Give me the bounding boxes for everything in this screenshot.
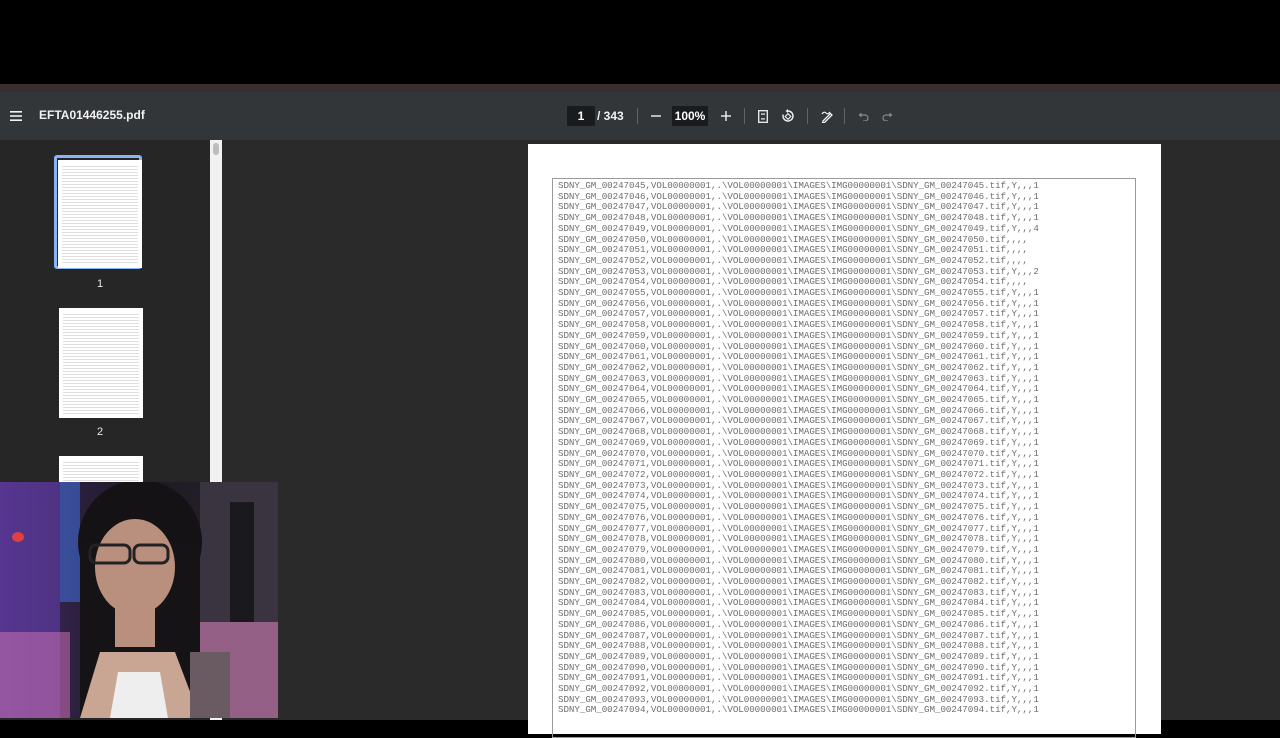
annotate-button[interactable] — [817, 106, 837, 126]
sidebar-scrollbar-thumb[interactable] — [213, 143, 219, 155]
page-thumbnail-2[interactable] — [59, 308, 143, 418]
thumbnail-page-number: 2 — [96, 426, 104, 438]
zoom-level-input[interactable] — [672, 106, 708, 126]
thumbnail-page-number: 1 — [96, 278, 104, 290]
fit-to-page-button[interactable] — [753, 106, 773, 126]
browser-tab-strip — [0, 84, 1280, 92]
toolbar-divider — [844, 108, 845, 124]
document-title: EFTA01446255.pdf — [39, 108, 145, 122]
webcam-person-image — [0, 482, 278, 718]
top-black-band — [0, 0, 1280, 84]
page-thumbnail-1[interactable] — [58, 160, 142, 268]
plus-icon — [721, 111, 731, 121]
menu-button[interactable] — [6, 106, 26, 126]
thumbnail-text-lines — [63, 312, 139, 414]
rotate-icon — [782, 109, 794, 122]
redo-icon — [881, 112, 892, 121]
page-total: / 343 — [597, 109, 624, 123]
thumbnail-text-lines — [63, 460, 139, 482]
undo-button[interactable] — [853, 106, 873, 126]
rotate-button[interactable] — [778, 106, 798, 126]
pdf-toolbar: EFTA01446255.pdf / 343 — [0, 92, 1280, 140]
minus-icon — [651, 115, 661, 117]
fit-page-icon — [758, 109, 768, 123]
annotate-pen-icon — [821, 111, 833, 123]
hamburger-menu-icon — [10, 111, 22, 121]
page-text-content: SDNY_GM_00247045,VOL00000001,.\VOL000000… — [558, 180, 1039, 716]
zoom-in-button[interactable] — [716, 106, 736, 126]
webcam-overlay — [0, 482, 278, 718]
toolbar-divider — [637, 108, 638, 124]
page-number-input[interactable] — [567, 106, 595, 126]
redo-button[interactable] — [877, 106, 897, 126]
thumbnail-text-lines — [62, 164, 138, 264]
undo-icon — [858, 112, 869, 121]
toolbar-divider — [744, 108, 745, 124]
page-table-frame: SDNY_GM_00247045,VOL00000001,.\VOL000000… — [552, 178, 1136, 738]
pdf-page: SDNY_GM_00247045,VOL00000001,.\VOL000000… — [528, 144, 1161, 738]
zoom-out-button[interactable] — [646, 106, 666, 126]
toolbar-divider — [807, 108, 808, 124]
